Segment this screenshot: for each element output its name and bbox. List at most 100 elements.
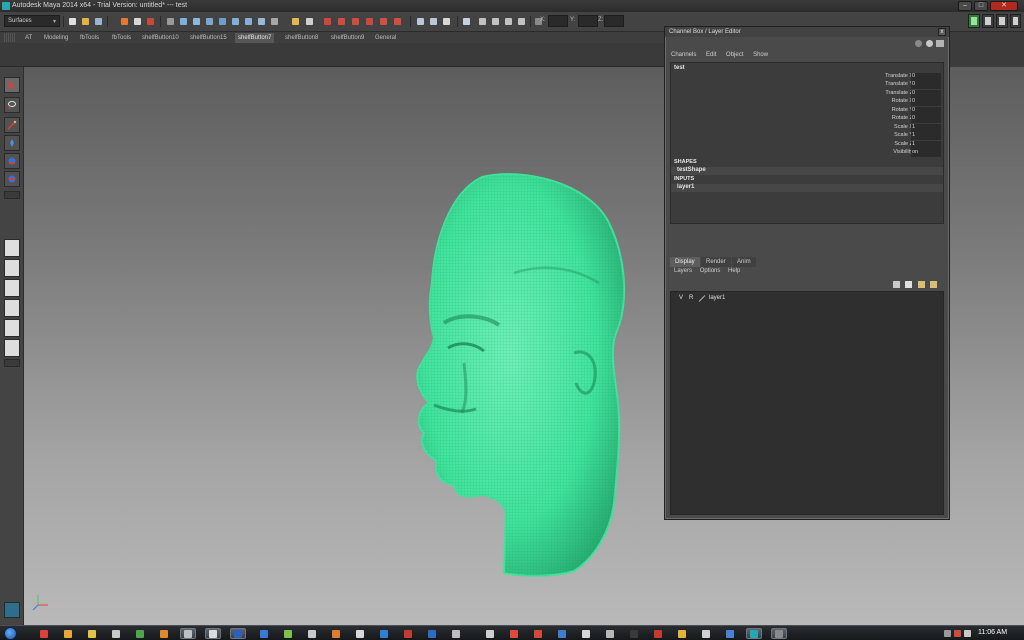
layer-row[interactable]: V R layer1 [674, 294, 734, 303]
persp-graph-layout-icon[interactable] [4, 299, 20, 317]
tab-general[interactable]: General [372, 33, 399, 43]
tray-alert-icon[interactable] [954, 630, 961, 637]
render-globals-icon[interactable] [392, 15, 403, 27]
save-scene-icon[interactable] [93, 15, 104, 27]
channel-box-toggle-icon[interactable] [996, 14, 1008, 28]
taskbar-app-icon[interactable] [602, 628, 618, 639]
layer-editor-toggle-icon[interactable] [1010, 14, 1021, 28]
start-button[interactable] [4, 627, 17, 640]
move-layer-up-icon[interactable] [893, 281, 900, 288]
render-settings-icon[interactable] [350, 15, 361, 27]
snap-view-plane-icon[interactable] [204, 15, 215, 27]
taskbar-app-icon[interactable] [352, 628, 368, 639]
select-object-icon[interactable] [132, 15, 143, 27]
attribute-value[interactable]: 0 [911, 107, 941, 115]
select-component-icon[interactable] [145, 15, 156, 27]
selected-head-mesh[interactable] [404, 173, 632, 581]
tray-volume-icon[interactable] [964, 630, 971, 637]
attribute-value[interactable]: 0 [911, 98, 941, 106]
channel-box-pin-icon[interactable] [936, 40, 944, 47]
taskbar-app-icon[interactable] [578, 628, 594, 639]
layer-visibility-toggle[interactable]: V [679, 295, 683, 301]
menu-show[interactable]: Show [753, 52, 768, 58]
menu-object[interactable]: Object [726, 52, 743, 58]
history-icon[interactable] [230, 15, 241, 27]
render-region-icon[interactable] [243, 15, 254, 27]
attribute-value[interactable]: 1 [911, 141, 941, 149]
scale-tool-icon[interactable] [4, 171, 20, 187]
attribute-value[interactable]: 1 [911, 124, 941, 132]
single-perspective-layout-icon[interactable] [4, 239, 20, 257]
help-icon[interactable] [269, 15, 280, 27]
taskbar-app-icon[interactable] [554, 628, 570, 639]
move-layer-down-icon[interactable] [905, 281, 912, 288]
grid-toggle-icon[interactable] [461, 15, 472, 27]
coord-y-field[interactable] [578, 15, 598, 27]
tab-fbtools[interactable]: fbTools [77, 33, 102, 43]
taskbar-app-icon[interactable] [256, 628, 272, 639]
taskbar-app-icon[interactable] [400, 628, 416, 639]
taskbar-app-icon[interactable] [482, 628, 498, 639]
layer-render-toggle[interactable]: R [689, 295, 693, 301]
hypershade-icon[interactable] [364, 15, 375, 27]
render-frame-icon[interactable] [322, 15, 333, 27]
attribute-value[interactable]: 0 [911, 90, 941, 98]
taskbar-app-icon[interactable] [304, 628, 320, 639]
persp-uv-layout-icon[interactable] [4, 339, 20, 357]
tab-display[interactable]: Display [670, 257, 700, 267]
tab-modeling[interactable]: Modeling [41, 33, 71, 43]
shelf-grip-icon[interactable] [4, 33, 16, 42]
input-node-row[interactable]: layer1 [671, 184, 943, 192]
coord-x-field[interactable] [548, 15, 568, 27]
menu-edit[interactable]: Edit [706, 52, 716, 58]
layer-color-swatch-icon[interactable] [698, 295, 706, 302]
panel-layout-four-icon[interactable] [441, 15, 452, 27]
tab-shelfbutton7[interactable]: shelfButton7 [235, 33, 275, 43]
attribute-value[interactable]: 0 [911, 73, 941, 81]
taskbar-app-icon[interactable] [60, 628, 76, 639]
channel-box-options-icon[interactable] [915, 40, 922, 47]
tab-shelfbutton15[interactable]: shelfButton15 [187, 33, 230, 43]
menu-help[interactable]: Help [728, 268, 740, 274]
tab-render[interactable]: Render [701, 257, 731, 267]
snap-curve-icon[interactable] [178, 15, 189, 27]
close-window-button[interactable]: ✕ [990, 1, 1018, 11]
attribute-row[interactable]: Visibility on [671, 149, 943, 157]
taskbar-app-icon[interactable] [205, 628, 221, 639]
attribute-row[interactable]: Translate X0 [671, 73, 943, 81]
taskbar-app-icon[interactable] [626, 628, 642, 639]
lock-icon[interactable] [290, 15, 301, 27]
taskbar-app-icon[interactable] [698, 628, 714, 639]
taskbar-app-icon[interactable] [132, 628, 148, 639]
tab-shelfbutton10[interactable]: shelfButton10 [139, 33, 182, 43]
taskbar-app-icon[interactable] [156, 628, 172, 639]
taskbar-app-icon[interactable] [722, 628, 738, 639]
taskbar-app-icon[interactable] [180, 628, 196, 639]
make-live-icon[interactable] [217, 15, 228, 27]
taskbar-app-icon[interactable] [230, 628, 246, 639]
taskbar-app-icon[interactable] [108, 628, 124, 639]
filmgate-icon[interactable] [490, 15, 501, 27]
construction-history-icon[interactable] [256, 15, 267, 27]
tab-shelfbutton9[interactable]: shelfButton9 [328, 33, 367, 43]
taskbar-app-icon[interactable] [280, 628, 296, 639]
attribute-row[interactable]: Scale Z1 [671, 141, 943, 149]
attribute-value[interactable]: 1 [911, 132, 941, 140]
attribute-row[interactable]: Scale X1 [671, 124, 943, 132]
tool-settings-toggle-icon[interactable] [982, 14, 994, 28]
menu-channels[interactable]: Channels [671, 52, 696, 58]
attribute-row[interactable]: Rotate Z0 [671, 115, 943, 123]
new-layer-from-selection-icon[interactable] [930, 281, 937, 288]
channel-box-settings-icon[interactable] [926, 40, 933, 47]
maximize-button[interactable]: □ [974, 1, 988, 11]
open-scene-icon[interactable] [80, 15, 91, 27]
taskbar-app-icon[interactable] [746, 628, 762, 639]
render-view-icon[interactable] [378, 15, 389, 27]
select-tool-icon[interactable] [4, 77, 20, 93]
snap-point-icon[interactable] [191, 15, 202, 27]
panel-layout-two-icon[interactable] [428, 15, 439, 27]
menu-set-dropdown[interactable]: Surfaces ▾ [4, 15, 60, 27]
layout-options-icon[interactable] [4, 359, 20, 367]
attribute-row[interactable]: Rotate Y0 [671, 107, 943, 115]
move-tool-icon[interactable] [4, 135, 20, 151]
